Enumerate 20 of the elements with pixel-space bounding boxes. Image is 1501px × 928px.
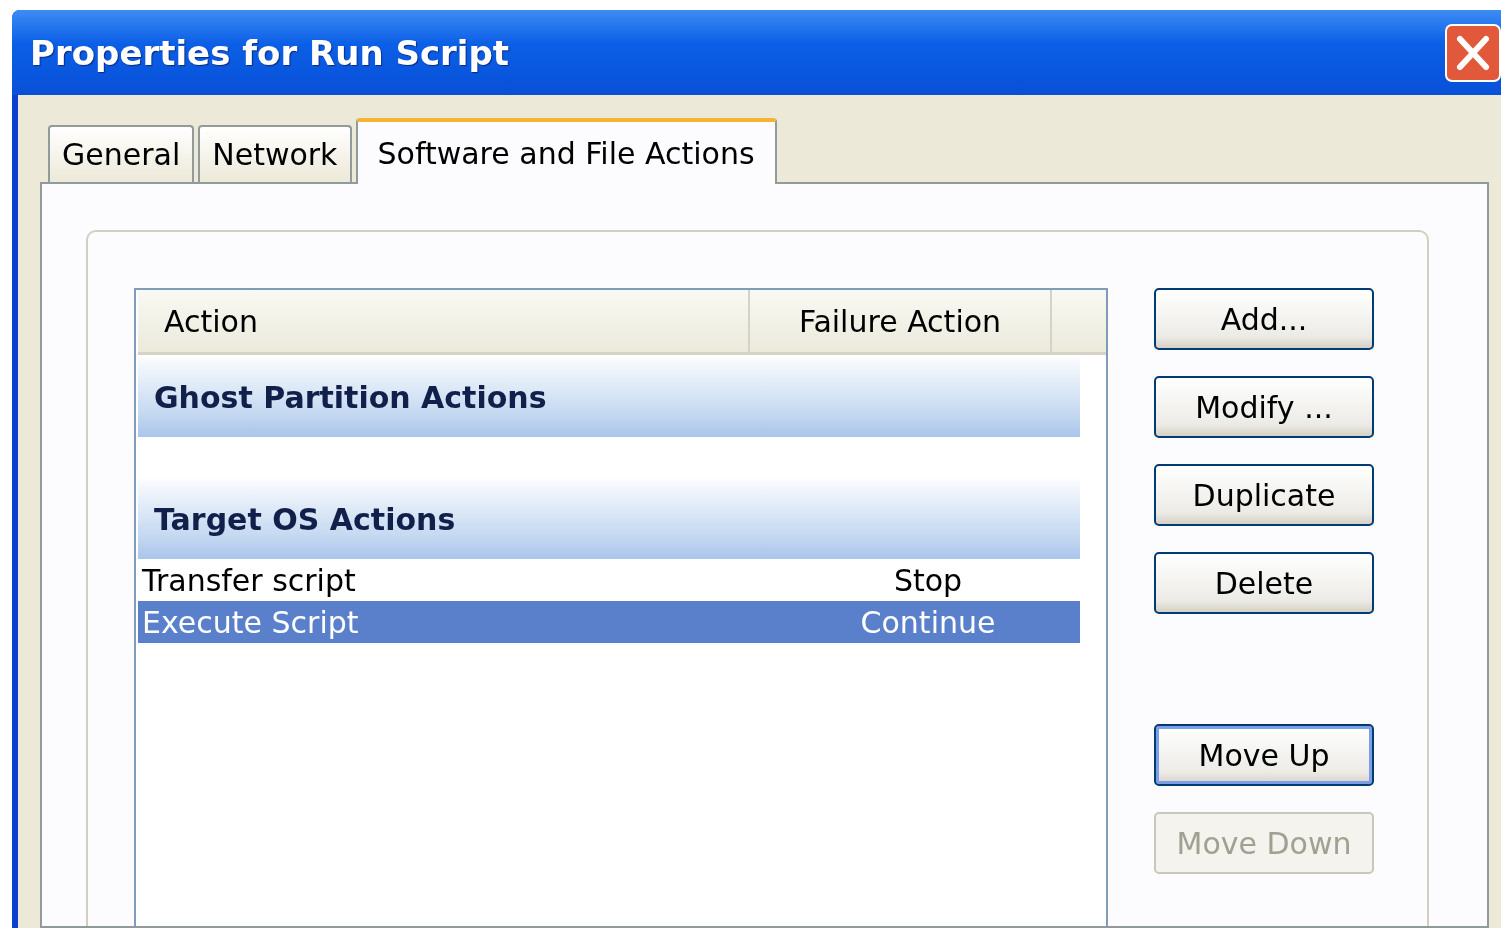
failure-action-cell-text: Stop (892, 562, 964, 598)
tab[interactable]: Network (198, 125, 352, 182)
group-header: Target OS Actions (138, 479, 1080, 559)
list-row[interactable]: Execute Script Continue (138, 601, 1080, 643)
action-button[interactable]: Add... (1154, 288, 1374, 350)
tab[interactable]: Software and File Actions (355, 118, 777, 184)
group-header: Ghost Partition Actions (138, 357, 1080, 437)
action-cell-text: Execute Script (141, 604, 360, 640)
column-header[interactable]: Action (138, 290, 750, 352)
column-header[interactable]: Failure Action (750, 290, 1052, 352)
window-title: Properties for Run Script (30, 32, 510, 73)
action-button[interactable]: Modify ... (1154, 376, 1374, 438)
action-button[interactable]: Duplicate (1154, 464, 1374, 526)
list-row[interactable]: Transfer script Stop (138, 559, 1080, 601)
tab[interactable]: General (48, 125, 195, 182)
close-icon[interactable] (1445, 23, 1501, 82)
action-button[interactable]: Move Up (1154, 724, 1374, 786)
action-cell-text: Transfer script (141, 562, 357, 598)
action-button[interactable]: Delete (1154, 552, 1374, 614)
failure-action-cell-text: Continue (859, 604, 997, 640)
